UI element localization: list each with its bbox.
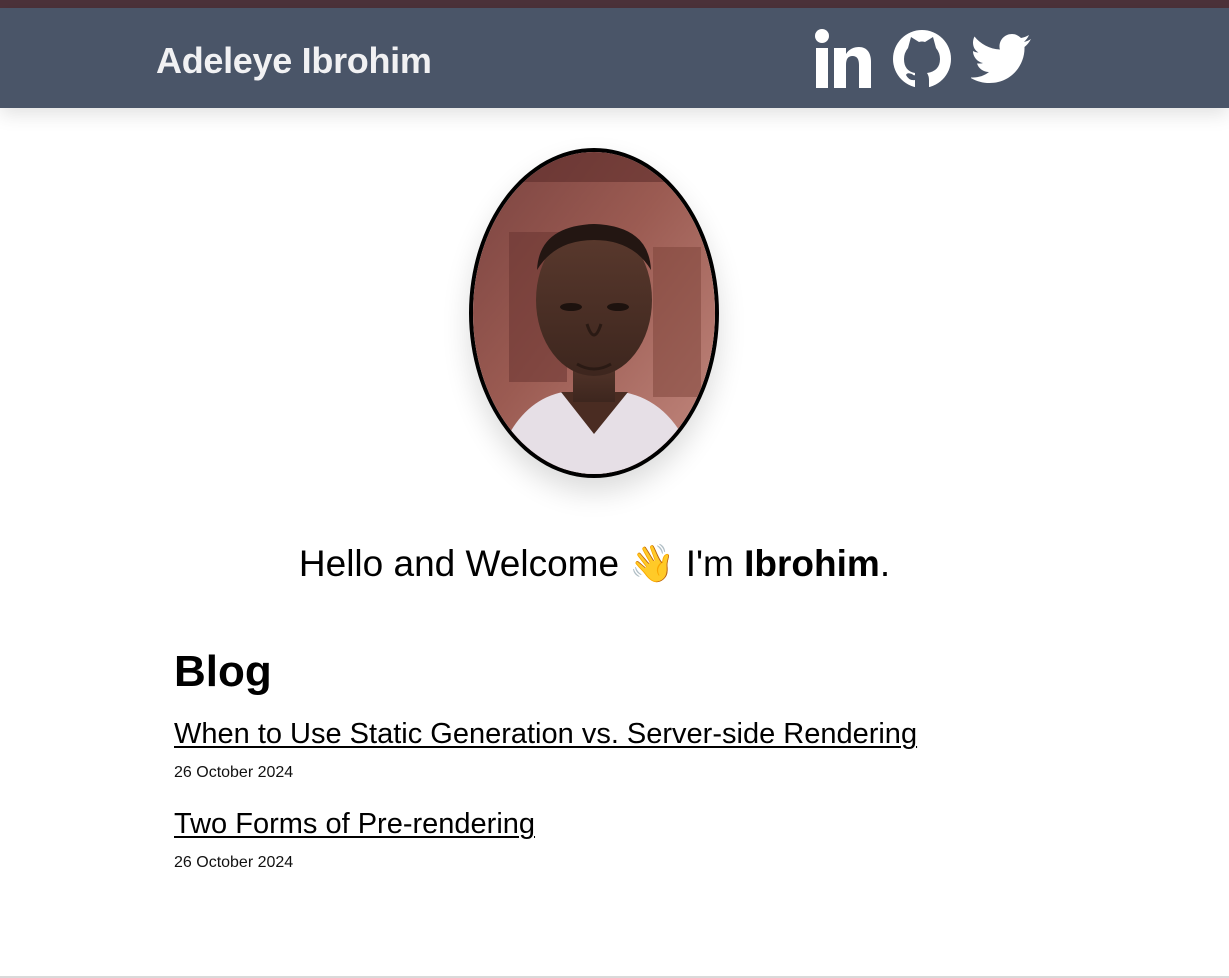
linkedin-icon[interactable]	[814, 28, 872, 90]
post-link[interactable]: Two Forms of Pre-rendering	[174, 807, 535, 841]
post-link[interactable]: When to Use Static Generation vs. Server…	[174, 717, 917, 751]
intro-period: .	[879, 543, 891, 584]
blog-heading: Blog	[174, 647, 272, 696]
top-accent-strip	[0, 0, 1229, 8]
post-date: 26 October 2024	[174, 764, 294, 781]
github-icon[interactable]	[892, 28, 952, 90]
greeting-text: Hello and Welcome	[298, 543, 620, 584]
site-header: Adeleye Ibrohim	[0, 8, 1229, 108]
profile-photo	[469, 148, 719, 478]
waving-hand-icon: 👋	[629, 543, 676, 584]
twitter-icon[interactable]	[971, 28, 1033, 90]
welcome-message: Hello and Welcome 👋 I'm Ibrohim.	[0, 541, 1189, 587]
intro-name: Ibrohim	[744, 543, 880, 584]
intro-prefix: I'm	[685, 543, 734, 584]
site-name-link[interactable]: Adeleye Ibrohim	[156, 40, 432, 82]
post-date: 26 October 2024	[174, 854, 294, 871]
